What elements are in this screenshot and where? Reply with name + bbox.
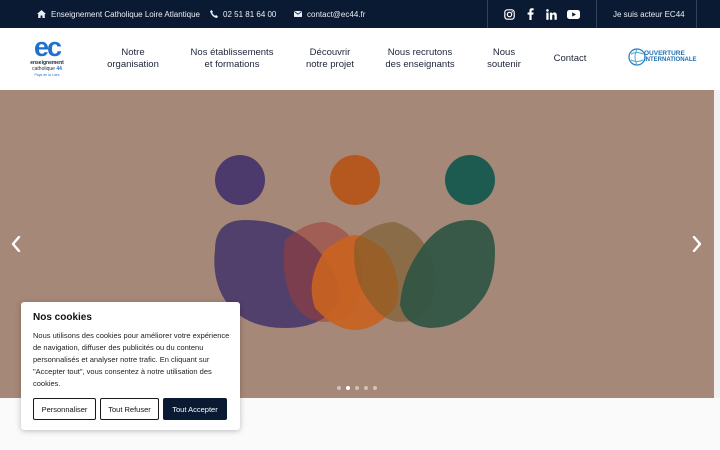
linkedin-icon[interactable]: [544, 7, 558, 21]
slide-dot-3[interactable]: [355, 386, 359, 390]
nav-item-soutenir[interactable]: Nous soutenir: [478, 28, 530, 90]
topbar-divider: [487, 0, 488, 28]
partner-line1: OUVERTURE: [644, 50, 685, 57]
logo-number: 44: [56, 66, 62, 72]
envelope-icon: [294, 11, 302, 17]
page-scrollbar[interactable]: [714, 90, 720, 398]
next-slide-arrow-icon[interactable]: [689, 234, 705, 254]
ouverture-internationale-logo[interactable]: OUVERTURE INTERNATIONALE: [626, 46, 706, 70]
cookie-title: Nos cookies: [33, 312, 92, 323]
logo-mark: ec: [33, 32, 62, 62]
nav-item-projet[interactable]: Découvrir notre projet: [294, 28, 366, 90]
email-address: contact@ec44.fr: [307, 9, 366, 19]
slide-dot-2[interactable]: [346, 386, 350, 390]
nav-item-contact[interactable]: Contact: [546, 28, 594, 90]
topbar-divider: [596, 0, 597, 28]
nav-item-etablissements[interactable]: Nos établissements et formations: [184, 28, 280, 90]
figure-head-purple: [215, 155, 265, 205]
phone-number: 02 51 81 64 00: [223, 9, 277, 19]
actor-link-label: Je suis acteur EC44: [613, 9, 685, 19]
ec44-logo[interactable]: ec enseignement catholique 44 Pays de la…: [24, 33, 74, 87]
phone-icon: [210, 10, 218, 18]
cookie-text: Nous utilisons des cookies pour améliore…: [33, 331, 230, 388]
customize-cookies-button[interactable]: Personnaliser: [33, 398, 96, 420]
top-bar: Enseignement Catholique Loire Atlantique…: [0, 0, 720, 28]
slide-dot-5[interactable]: [373, 386, 377, 390]
nav-item-organisation[interactable]: Notre organisation: [96, 28, 170, 90]
instagram-icon[interactable]: [502, 7, 516, 21]
phone-link[interactable]: 02 51 81 64 00: [210, 0, 276, 28]
partner-line2: INTERNATIONALE: [644, 57, 697, 63]
cookie-banner: Nos cookies Nous utilisons des cookies p…: [21, 302, 240, 430]
main-header: ec enseignement catholique 44 Pays de la…: [0, 28, 720, 90]
previous-slide-arrow-icon[interactable]: [8, 234, 24, 254]
accept-cookies-button[interactable]: Tout Accepter: [163, 398, 227, 420]
actor-link[interactable]: Je suis acteur EC44: [613, 0, 685, 28]
home-icon: [37, 10, 46, 18]
figure-head-orange: [330, 155, 380, 205]
topbar-divider: [696, 0, 697, 28]
facebook-icon[interactable]: [523, 7, 537, 21]
logo-region: Pays de la Loire: [34, 73, 60, 77]
slide-dot-4[interactable]: [364, 386, 368, 390]
nav-item-recrutement[interactable]: Nous recrutons des enseignants: [380, 28, 460, 90]
youtube-icon[interactable]: [566, 7, 580, 21]
refuse-cookies-button[interactable]: Tout Refuser: [100, 398, 159, 420]
org-name: Enseignement Catholique Loire Atlantique: [51, 9, 200, 19]
logo-line2: catholique: [32, 66, 55, 72]
figure-head-green: [445, 155, 495, 205]
email-link[interactable]: contact@ec44.fr: [294, 0, 365, 28]
slide-dot-1[interactable]: [337, 386, 341, 390]
org-info[interactable]: Enseignement Catholique Loire Atlantique: [37, 0, 200, 28]
